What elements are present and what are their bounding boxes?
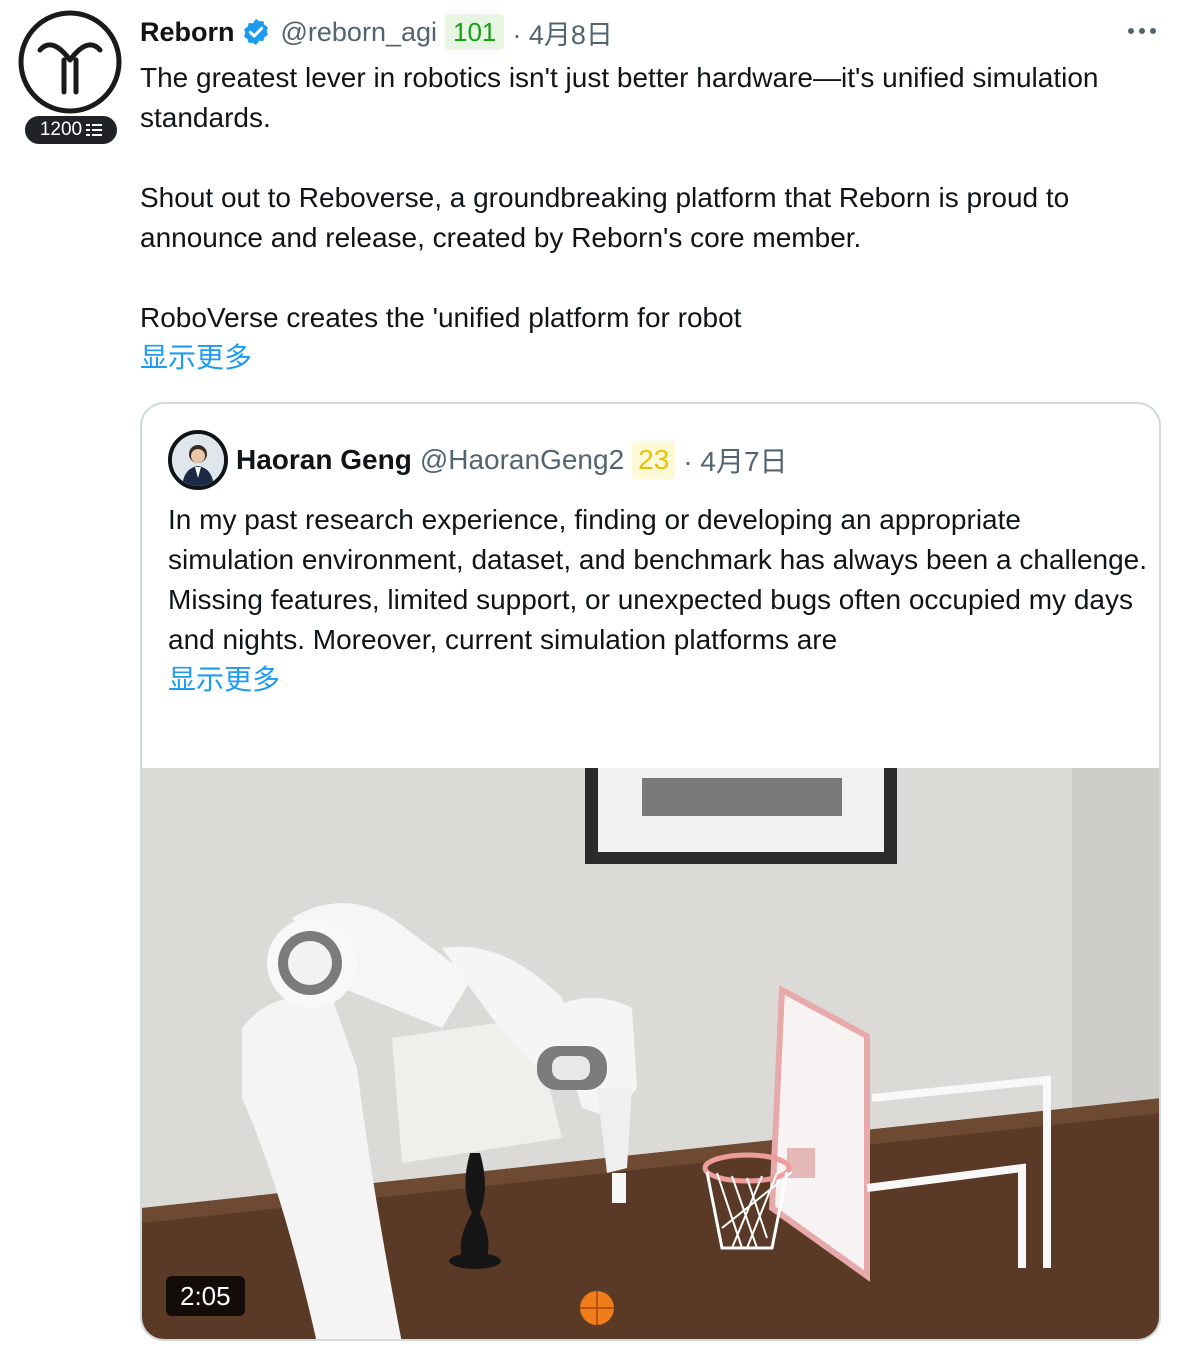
tweet-paragraph: Shout out to Reboverse, a groundbreaking… bbox=[140, 182, 1070, 253]
stack-icon bbox=[86, 124, 103, 136]
tweet-date[interactable]: · 4月8日 bbox=[512, 13, 613, 52]
author-name[interactable]: Reborn bbox=[140, 17, 235, 48]
quoted-tweet-date[interactable]: · 4月7日 bbox=[683, 440, 787, 480]
quoted-author-avatar[interactable] bbox=[168, 430, 228, 490]
author-handle[interactable]: @reborn_agi bbox=[281, 17, 438, 48]
quoted-tweet-paragraph: In my past research experience, finding … bbox=[168, 504, 1148, 655]
show-more-link[interactable]: 显示更多 bbox=[140, 338, 1150, 378]
follower-count: 1200 bbox=[39, 119, 83, 140]
more-dots-icon bbox=[1128, 28, 1156, 34]
quoted-tweet-card[interactable]: Haoran Geng @HaoranGeng2 23 · 4月7日 In my… bbox=[140, 402, 1161, 1341]
more-button[interactable] bbox=[1124, 16, 1160, 46]
quoted-show-more-link[interactable]: 显示更多 bbox=[168, 660, 1148, 700]
follower-badge: 1200 bbox=[23, 114, 119, 146]
quoted-author-name[interactable]: Haoran Geng bbox=[236, 444, 412, 476]
verified-badge-icon bbox=[243, 18, 268, 46]
quoted-tweet-body: In my past research experience, finding … bbox=[168, 500, 1148, 700]
author-avatar-block[interactable]: 1200 bbox=[18, 10, 122, 146]
tweet-header: Reborn @reborn_agi 101 · 4月8日 bbox=[140, 12, 613, 52]
video-thumbnail bbox=[142, 768, 1159, 1339]
tweet-paragraph: The greatest lever in robotics isn't jus… bbox=[140, 62, 1099, 133]
tweet-body: The greatest lever in robotics isn't jus… bbox=[140, 58, 1150, 378]
video-player[interactable]: 2:05 bbox=[142, 768, 1159, 1339]
author-score-badge: 101 bbox=[445, 14, 505, 50]
quoted-author-score-badge: 23 bbox=[632, 441, 676, 479]
tweet-paragraph: RoboVerse creates the 'unified platform … bbox=[140, 302, 742, 333]
reborn-logo-icon[interactable] bbox=[18, 10, 122, 114]
quoted-tweet-header: Haoran Geng @HaoranGeng2 23 · 4月7日 bbox=[168, 430, 788, 490]
quoted-author-handle[interactable]: @HaoranGeng2 bbox=[420, 444, 624, 476]
video-duration-badge: 2:05 bbox=[166, 1276, 245, 1316]
